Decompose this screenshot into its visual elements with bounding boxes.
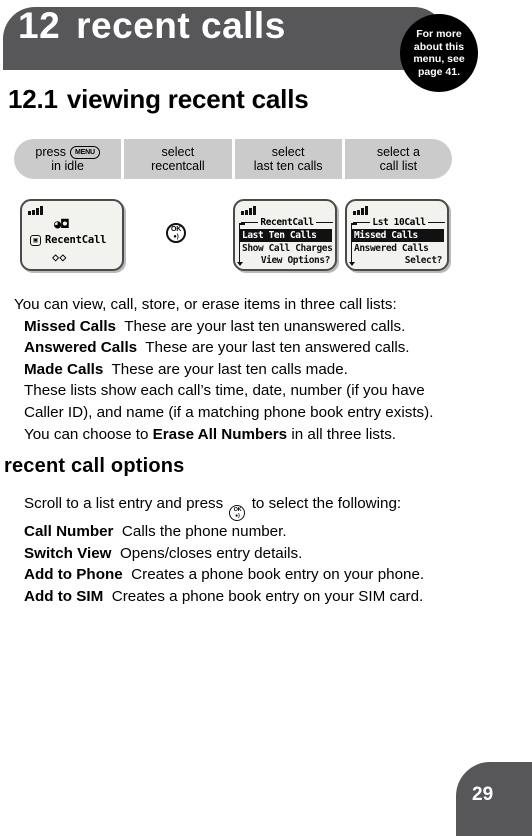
step-4-line-1: select a (376, 145, 420, 159)
phone-screen-last10call: Lst 10Call Missed Calls Answered Calls S… (345, 199, 449, 271)
term-erase-all-numbers: Erase All Numbers (152, 425, 288, 443)
body-erase-line: You can choose to Erase All Numbers in a… (14, 424, 514, 446)
subsection-heading: recent call options (4, 455, 185, 477)
step-2-line-1: select (161, 145, 195, 159)
title-rule-right (427, 221, 446, 224)
step-1-line-1: press MENU (35, 145, 100, 159)
option-switch-view: Switch View Opens/closes entry details. (24, 543, 524, 565)
erase-prefix: You can choose to (24, 425, 153, 443)
section-heading: 12.1 viewing recent calls (8, 84, 309, 115)
erase-suffix: in all three lists. (287, 425, 397, 443)
last10-title: Lst 10Call (372, 217, 426, 228)
signal-bars-icon (241, 206, 256, 215)
ok-key-label: OK (171, 225, 181, 233)
step-cell-3[interactable]: select last ten calls (234, 139, 342, 179)
body-intro: You can view, call, store, or erase item… (14, 296, 397, 313)
more-info-line-4: page 41. (417, 65, 460, 78)
body-note-line-1: These lists show each call’s time, date,… (24, 382, 425, 400)
step-2-line-2: recentcall (151, 159, 205, 173)
last10-title-row: Lst 10Call (353, 217, 446, 228)
step-bar: press MENU in idle select recentcall sel… (14, 139, 452, 179)
term-switch-view: Switch View (24, 544, 112, 562)
more-info-line-2: about this (413, 40, 465, 53)
phone-screens-row: ◕◘ ▣ RecentCall ◇◇ OK ●) RecentCall Last… (0, 196, 532, 276)
body-note-line-2: Caller ID), and name (if a matching phon… (24, 403, 434, 421)
term-made-calls: Made Calls (24, 360, 104, 378)
term-add-to-phone: Add to Phone (24, 566, 123, 584)
options-intro-prefix: Scroll to a list entry and press (24, 495, 224, 512)
recentcall-second-item[interactable]: Show Call Charges (242, 243, 335, 255)
signal-bars-icon (28, 206, 43, 215)
phone-screen-idle: ◕◘ ▣ RecentCall ◇◇ (20, 199, 124, 271)
more-info-text: For more about this menu, see page 41. (413, 28, 464, 78)
chapter-title: 12 recent calls (18, 5, 286, 47)
signal-bars-icon (353, 206, 368, 215)
desc-missed-calls: These are your last ten unanswered calls… (124, 317, 406, 335)
step-3-line-1: select (271, 145, 305, 159)
section-number: 12.1 (8, 84, 58, 114)
term-add-to-sim: Add to SIM (24, 587, 104, 605)
menu-key-icon: MENU (70, 145, 100, 159)
desc-add-to-phone: Creates a phone book entry on your phone… (131, 566, 425, 584)
last10-softkey[interactable]: Select? (405, 255, 443, 266)
idle-menu-row: ▣ RecentCall (30, 234, 106, 246)
options-intro-suffix: to select the following: (251, 495, 402, 512)
recentcall-title-row: RecentCall (241, 217, 334, 228)
idle-screen-label: RecentCall (45, 234, 107, 246)
step-4-line-2: call list (379, 159, 418, 173)
term-missed-calls: Missed Calls (24, 317, 117, 335)
title-rule-right (315, 221, 334, 224)
more-info-bubble: For more about this menu, see page 41. (400, 14, 478, 92)
messages-icon: ◇◇ (52, 250, 67, 264)
recentcall-softkey[interactable]: View Options? (261, 255, 331, 266)
recentcall-title: RecentCall (260, 217, 314, 228)
option-call-number: Call Number Calls the phone number. (24, 521, 524, 543)
page-number: 29 (472, 784, 494, 805)
body-list-item-missed: Missed Calls These are your last ten una… (14, 316, 514, 338)
ok-key-icon[interactable]: OK ●) (229, 505, 246, 521)
page-number-badge: 29 (456, 762, 532, 836)
desc-add-to-sim: Creates a phone book entry on your SIM c… (111, 587, 424, 605)
desc-switch-view: Opens/closes entry details. (119, 544, 303, 562)
more-info-line-1: For more (416, 28, 462, 40)
ok-key-glyph: ●) (235, 513, 240, 519)
menu-box-icon: ▣ (30, 234, 41, 246)
step-3-line-2: last ten calls (253, 159, 323, 173)
body-copy-viewing: You can view, call, store, or erase item… (14, 294, 514, 445)
body-copy-options: Scroll to a list entry and press OK ●) t… (24, 493, 524, 607)
ok-key-icon[interactable]: OK ●) (166, 223, 186, 243)
chapter-number: 12 (18, 5, 61, 46)
body-list-item-answered: Answered Calls These are your last ten a… (14, 337, 514, 359)
step-1-line-2: in idle (51, 159, 84, 173)
step-cell-4[interactable]: select a call list (344, 139, 452, 179)
options-intro: Scroll to a list entry and press OK ●) t… (24, 493, 524, 521)
step-1-prefix: press (35, 145, 66, 159)
desc-call-number: Calls the phone number. (121, 523, 287, 540)
desc-made-calls: These are your last ten calls made. (111, 360, 348, 378)
more-info-line-3: menu, see (413, 53, 465, 65)
option-add-to-sim: Add to SIM Creates a phone book entry on… (24, 586, 524, 608)
last10-selected-item[interactable]: Missed Calls (352, 229, 444, 242)
ok-key-glyph: ●) (173, 233, 179, 240)
last10-second-item[interactable]: Answered Calls (354, 243, 447, 255)
term-call-number: Call Number (24, 523, 114, 540)
phone-screen-recentcall: RecentCall Last Ten Calls Show Call Char… (233, 199, 337, 271)
body-list-item-made: Made Calls These are your last ten calls… (14, 359, 514, 381)
recentcall-selected-item[interactable]: Last Ten Calls (240, 229, 332, 242)
chapter-title-text: recent calls (76, 5, 286, 46)
desc-answered-calls: These are your last ten answered calls. (145, 339, 410, 357)
term-answered-calls: Answered Calls (24, 339, 138, 357)
section-title: viewing recent calls (66, 84, 309, 114)
option-add-to-phone: Add to Phone Creates a phone book entry … (24, 564, 524, 586)
ringer-icon: ◕◘ (54, 217, 69, 231)
step-cell-1[interactable]: press MENU in idle (14, 139, 122, 179)
step-cell-2[interactable]: select recentcall (124, 139, 232, 179)
